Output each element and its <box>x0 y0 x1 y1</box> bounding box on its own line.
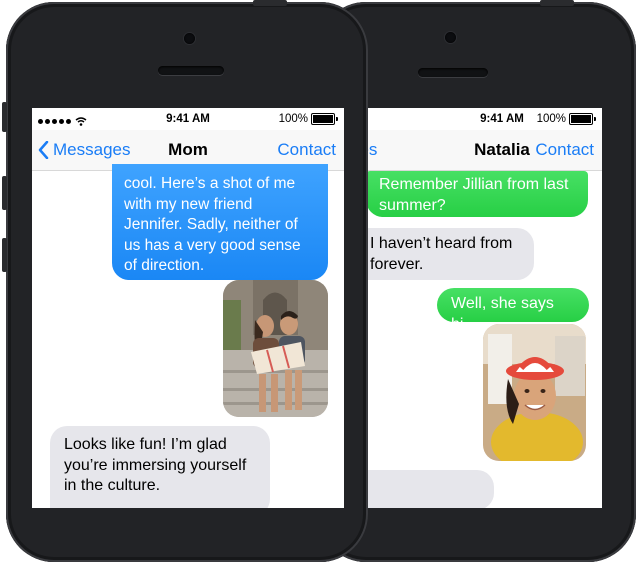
battery-icon <box>311 113 335 125</box>
message-line: us has a very good sense <box>124 236 301 254</box>
battery-percent: 100% <box>536 113 566 125</box>
friends-with-map-photo <box>223 280 328 417</box>
message-line: forever. <box>370 255 424 273</box>
sent-message-bubble[interactable]: cool. Here’s a shot of me with my new fr… <box>112 164 328 280</box>
volume-down-button <box>2 238 7 272</box>
front-camera <box>184 33 195 44</box>
sent-message-bubble[interactable]: Remember Jillian from last summer? <box>366 171 588 217</box>
back-phone-screen: 9:41 AM 100% ges Natalia Contact Remembe… <box>352 108 602 508</box>
woman-in-red-hat-photo <box>483 324 586 461</box>
message-line: Looks like fun! I’m glad <box>64 436 227 453</box>
message-line: Jennifer. Sadly, neither of <box>124 216 298 234</box>
received-message-bubble[interactable]: I haven’t heard from forever. <box>352 228 534 280</box>
message-line: of direction. <box>124 257 205 275</box>
battery-indicator: 100% <box>537 113 596 125</box>
sent-photo[interactable] <box>223 280 328 417</box>
battery-icon <box>569 113 593 125</box>
sent-photo[interactable] <box>483 324 586 461</box>
message-line: summer? <box>379 196 446 214</box>
nav-bar: ges Natalia Contact <box>352 130 602 171</box>
message-line: with my new friend <box>124 195 253 213</box>
message-line: Remember Jillian from last <box>379 176 569 193</box>
volume-up-button <box>2 176 7 210</box>
received-message-bubble[interactable]: Looks like fun! I’m glad you’re immersin… <box>50 426 270 508</box>
sleep-button <box>253 0 287 6</box>
mute-switch <box>2 102 7 132</box>
message-line: I haven’t heard from <box>370 235 513 252</box>
status-bar: 9:41 AM 100% <box>352 108 602 130</box>
front-phone-screen: 9:41 AM 100% Messages Mom Contact cool. … <box>32 108 344 508</box>
earpiece <box>158 66 224 75</box>
sent-message-bubble[interactable]: Well, she says hi. <box>437 288 589 333</box>
battery-indicator: 100% <box>279 113 338 125</box>
earpiece <box>418 68 488 77</box>
message-line: in the culture. <box>64 477 161 494</box>
status-bar: 9:41 AM 100% <box>32 108 344 130</box>
front-camera <box>445 32 456 43</box>
sleep-button <box>540 0 574 6</box>
contact-button[interactable]: Contact <box>277 140 336 160</box>
received-message-bubble[interactable] <box>352 470 494 508</box>
contact-button[interactable]: Contact <box>535 140 594 160</box>
message-line: you’re immersing yourself <box>64 456 247 474</box>
message-line: cool. Here’s a shot of me <box>124 175 296 192</box>
battery-percent: 100% <box>278 113 308 125</box>
